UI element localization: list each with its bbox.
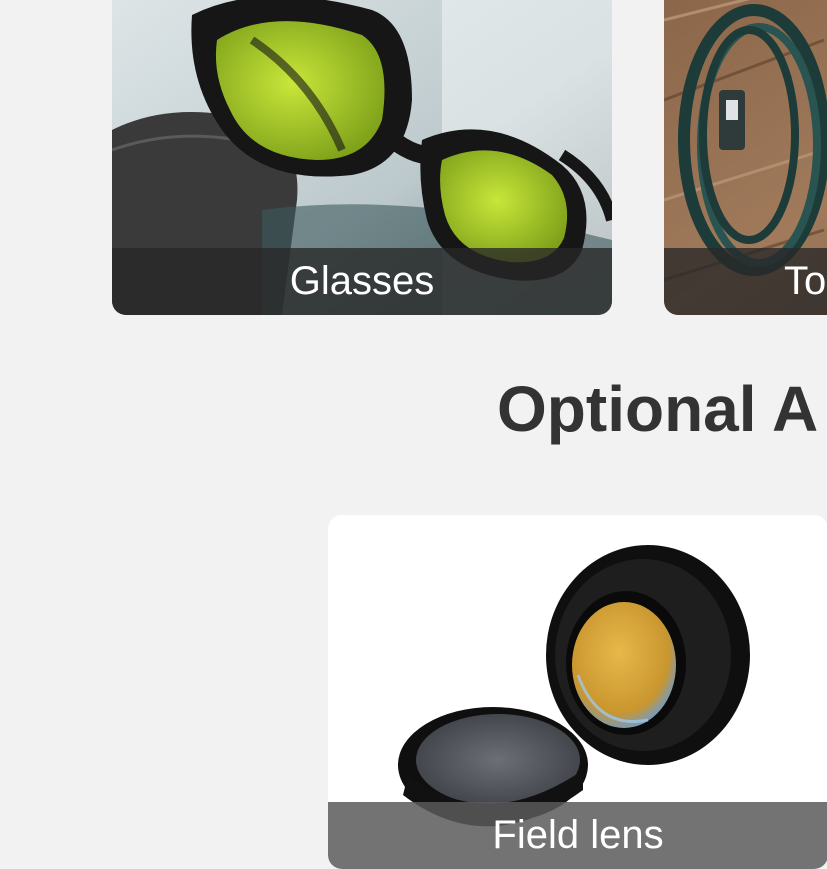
product-card-glasses[interactable]: Glasses (112, 0, 612, 315)
card-caption: To (664, 248, 827, 315)
card-caption: Field lens (328, 802, 827, 869)
page: Glasses To Optional A Field lens (0, 0, 827, 869)
section-title: Optional A (497, 373, 819, 445)
product-card-field-lens[interactable]: Field lens (328, 515, 827, 869)
card-caption: Glasses (112, 248, 612, 315)
product-card-cable[interactable]: To (664, 0, 827, 315)
